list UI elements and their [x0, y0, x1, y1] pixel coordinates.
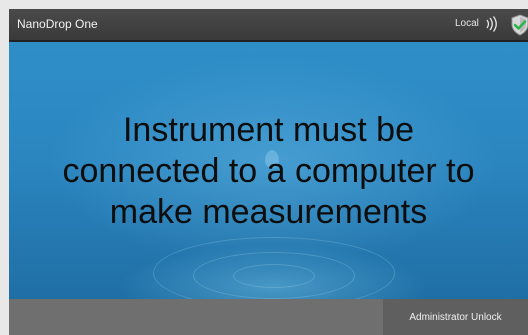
title-bar: NanoDrop One Local [9, 9, 528, 42]
app-title: NanoDrop One [17, 17, 98, 31]
connection-status: Local [455, 18, 479, 29]
water-ripple-decoration [233, 264, 315, 288]
instrument-screen: NanoDrop One Local Instrument must be co… [9, 9, 528, 335]
message-panel: Instrument must be connected to a comput… [9, 42, 528, 299]
administrator-unlock-button[interactable]: Administrator Unlock [383, 299, 528, 335]
shield-check-icon[interactable] [510, 14, 528, 36]
connection-required-message: Instrument must be connected to a comput… [62, 111, 475, 231]
wireless-signal-icon [486, 16, 497, 32]
